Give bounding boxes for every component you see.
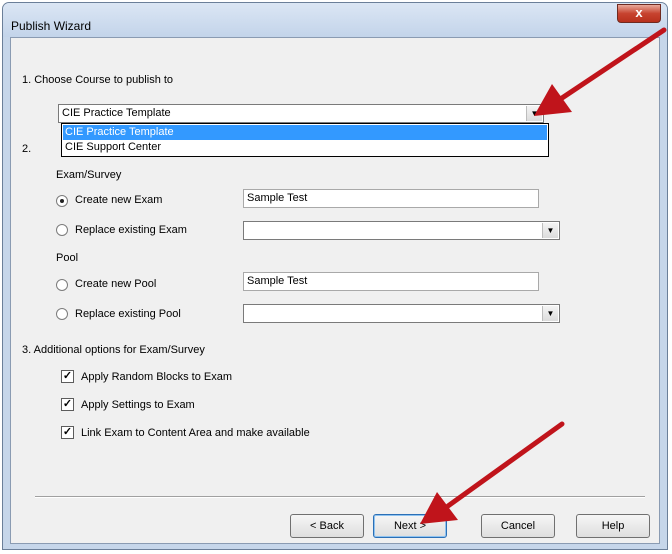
replace-exam-radio[interactable]: [56, 224, 68, 236]
apply-settings-checkbox[interactable]: ✓: [61, 398, 74, 411]
replace-exam-label: Replace existing Exam: [75, 224, 187, 236]
section3-label: 3. Additional options for Exam/Survey: [22, 344, 205, 356]
close-button[interactable]: x: [617, 4, 661, 23]
title-bar: Publish Wizard x: [3, 3, 667, 37]
create-pool-label: Create new Pool: [75, 278, 157, 290]
course-select-value: CIE Practice Template: [62, 107, 171, 119]
next-button[interactable]: Next >: [373, 514, 447, 538]
course-option[interactable]: CIE Practice Template: [63, 125, 547, 140]
apply-settings-label: Apply Settings to Exam: [81, 399, 195, 411]
random-blocks-checkbox[interactable]: ✓: [61, 370, 74, 383]
window-title: Publish Wizard: [11, 19, 92, 33]
link-content-label: Link Exam to Content Area and make avail…: [81, 427, 310, 439]
random-blocks-label: Apply Random Blocks to Exam: [81, 371, 233, 383]
replace-pool-label: Replace existing Pool: [75, 308, 181, 320]
exam-heading: Exam/Survey: [56, 169, 122, 181]
button-separator: [35, 496, 645, 498]
exam-name-input[interactable]: Sample Test: [243, 189, 539, 208]
replace-pool-radio[interactable]: [56, 308, 68, 320]
section2-label: 2.: [22, 143, 32, 155]
section1-label: 1. Choose Course to publish to: [22, 74, 174, 86]
course-select[interactable]: CIE Practice Template ▼: [58, 104, 544, 123]
link-content-checkbox[interactable]: ✓: [61, 426, 74, 439]
pool-heading: Pool: [56, 252, 79, 264]
create-exam-label: Create new Exam: [75, 194, 163, 206]
back-button[interactable]: < Back: [290, 514, 364, 538]
pool-name-input[interactable]: Sample Test: [243, 272, 539, 291]
cancel-button[interactable]: Cancel: [481, 514, 555, 538]
chevron-down-icon[interactable]: ▼: [526, 106, 542, 121]
wizard-body: 1. Choose Course to publish to CIE Pract…: [10, 37, 660, 544]
help-button[interactable]: Help: [576, 514, 650, 538]
course-option[interactable]: CIE Support Center: [63, 140, 547, 155]
create-pool-radio[interactable]: [56, 279, 68, 291]
publish-wizard-window: Publish Wizard x 1. Choose Course to pub…: [2, 2, 668, 550]
create-exam-radio[interactable]: [56, 195, 68, 207]
replace-pool-select[interactable]: ▼: [243, 304, 560, 323]
replace-exam-select[interactable]: ▼: [243, 221, 560, 240]
course-dropdown-list: CIE Practice Template CIE Support Center: [61, 123, 549, 157]
chevron-down-icon[interactable]: ▼: [542, 223, 558, 238]
chevron-down-icon[interactable]: ▼: [542, 306, 558, 321]
